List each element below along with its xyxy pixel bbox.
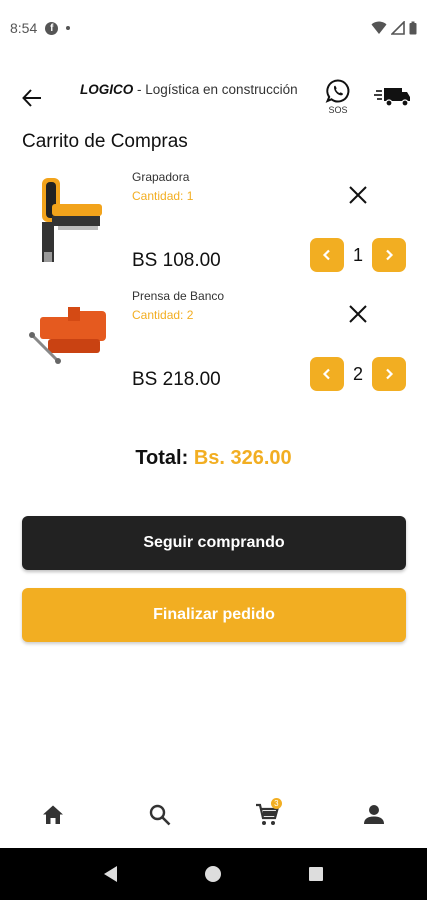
bottom-nav: 3 <box>0 784 427 846</box>
chevron-left-icon <box>322 249 330 261</box>
quantity-value: 1 <box>352 244 363 265</box>
status-bar: 8:54 f <box>0 0 427 56</box>
system-home-button[interactable] <box>193 854 233 894</box>
battery-icon <box>409 21 417 35</box>
total-value: Bs. 326.00 <box>193 447 292 469</box>
increase-quantity-button[interactable] <box>372 357 406 391</box>
signal-icon <box>391 21 405 35</box>
triangle-back-icon <box>104 866 118 882</box>
cart-item: Grapadora Cantidad: 1 BS 108.00 1 <box>0 168 427 278</box>
decrease-quantity-button[interactable] <box>310 238 344 272</box>
nav-home[interactable] <box>0 784 107 846</box>
system-back-button[interactable] <box>91 854 131 894</box>
continue-shopping-button[interactable]: Seguir comprando <box>22 516 406 570</box>
brand-name: LOGICO <box>80 82 134 97</box>
nav-profile[interactable] <box>320 784 427 846</box>
item-price: BS 218.00 <box>132 369 221 390</box>
close-icon <box>349 305 367 323</box>
item-quantity-label: Cantidad: 1 <box>132 189 194 203</box>
item-price: BS 108.00 <box>132 250 221 271</box>
status-time: 8:54 <box>10 20 38 36</box>
page-title: Carrito de Compras <box>22 131 188 152</box>
brand-tagline: - Logística en construcción <box>133 82 298 97</box>
remove-item-button[interactable] <box>344 181 372 209</box>
chevron-right-icon <box>386 368 394 380</box>
notification-dot-icon <box>66 26 71 30</box>
whatsapp-icon <box>325 79 350 103</box>
nav-cart[interactable]: 3 <box>214 784 321 846</box>
delivery-truck-icon <box>374 88 410 107</box>
item-name: Prensa de Banco <box>132 289 225 303</box>
search-icon <box>149 804 171 826</box>
back-button[interactable] <box>18 84 46 112</box>
nail-gun-image <box>42 178 102 262</box>
item-quantity-label: Cantidad: 2 <box>132 308 194 322</box>
chevron-left-icon <box>322 368 330 380</box>
product-image <box>22 168 118 264</box>
whatsapp-sos-label: SOS <box>328 105 348 115</box>
system-nav-bar <box>0 848 427 900</box>
status-right <box>371 21 417 35</box>
wifi-icon <box>371 21 387 34</box>
cart-item: Prensa de Banco Cantidad: 2 BS 218.00 2 <box>0 287 427 397</box>
nav-search[interactable] <box>107 784 214 846</box>
app-header: LOGICO - Logística en construcción SOS <box>0 72 427 124</box>
square-recents-icon <box>308 867 323 881</box>
system-recents-button[interactable] <box>296 854 336 894</box>
bench-vise-image <box>29 307 106 364</box>
increase-quantity-button[interactable] <box>372 238 406 272</box>
chevron-right-icon <box>386 249 394 261</box>
home-icon <box>43 805 64 824</box>
remove-item-button[interactable] <box>344 300 372 328</box>
arrow-left-icon <box>22 89 41 107</box>
finish-order-button[interactable]: Finalizar pedido <box>22 588 406 642</box>
profile-icon <box>363 805 384 824</box>
brand-text: LOGICO - Logística en construcción <box>80 82 300 98</box>
status-left: 8:54 f <box>10 20 71 36</box>
facebook-icon: f <box>45 21 59 35</box>
circle-home-icon <box>205 866 222 882</box>
quantity-value: 2 <box>352 363 363 384</box>
decrease-quantity-button[interactable] <box>310 357 344 391</box>
item-name: Grapadora <box>132 170 190 184</box>
total-label: Total: <box>135 447 194 469</box>
close-icon <box>349 186 367 204</box>
cart-badge: 3 <box>270 798 282 809</box>
cart-total: Total: Bs. 326.00 <box>0 447 427 470</box>
product-image <box>22 287 118 383</box>
whatsapp-sos-button[interactable]: SOS <box>322 78 354 122</box>
delivery-truck-button[interactable] <box>374 84 412 110</box>
